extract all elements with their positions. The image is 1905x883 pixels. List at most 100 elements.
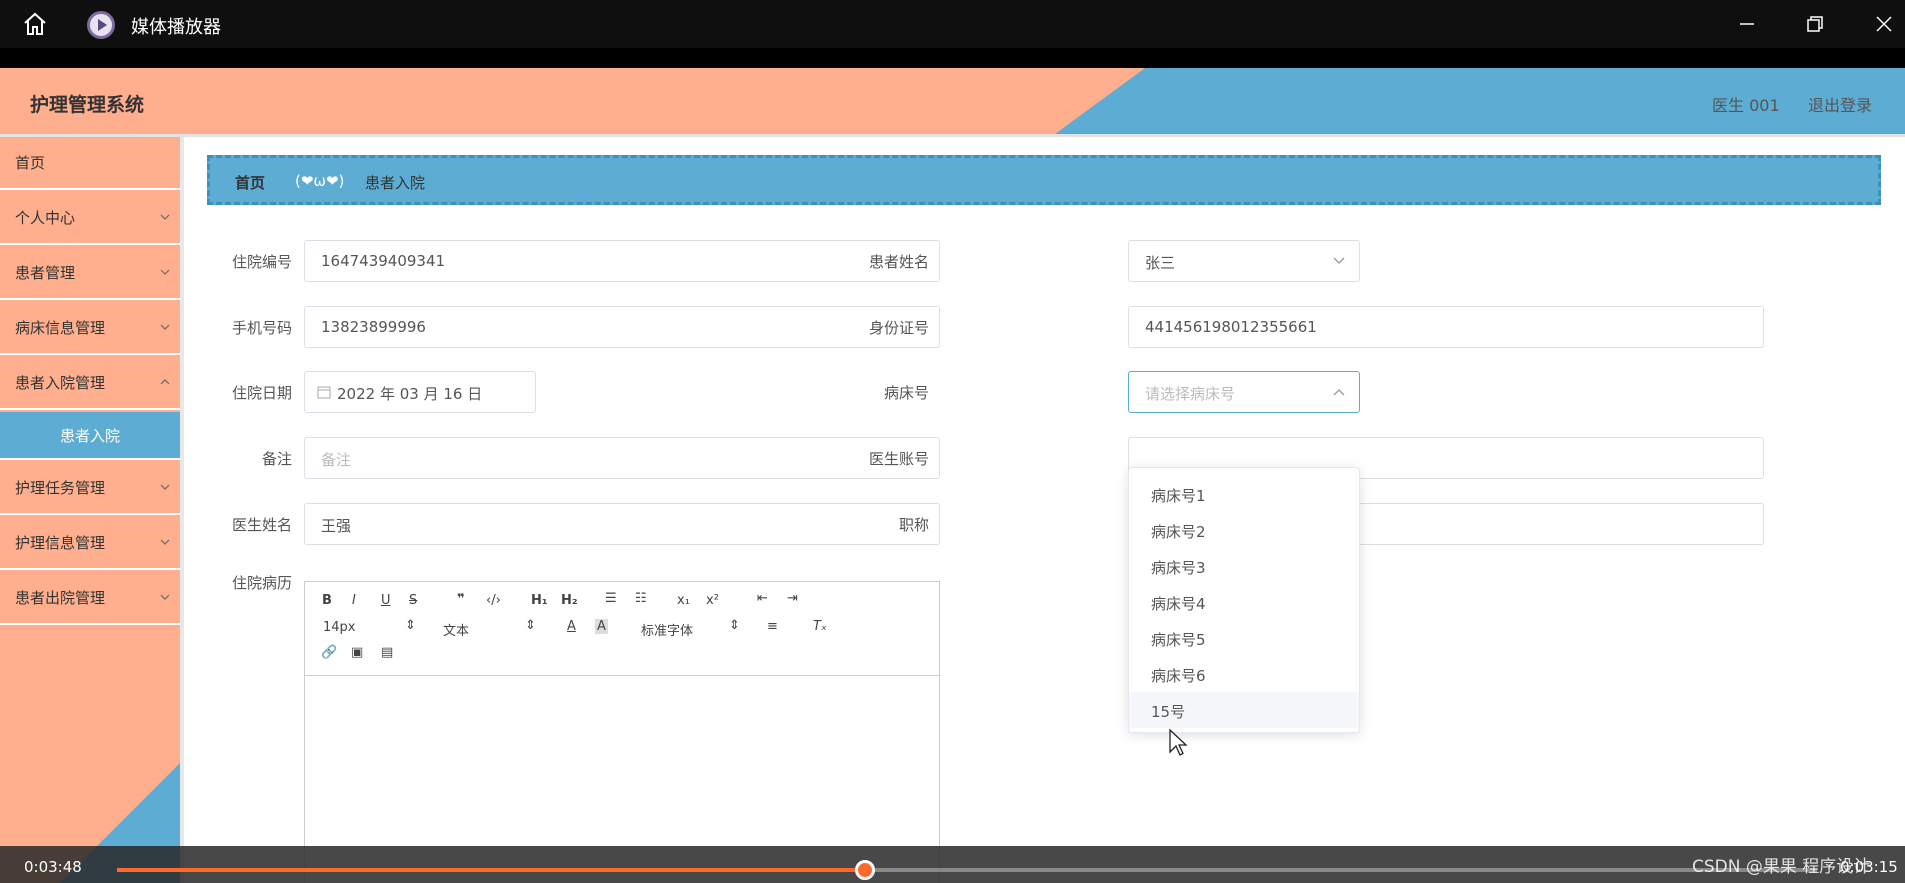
indent-icon[interactable]: ⇥	[787, 591, 798, 606]
seek-handle[interactable]	[855, 860, 875, 880]
seek-bar[interactable]	[117, 860, 1817, 880]
align-icon[interactable]: ≡	[767, 619, 778, 634]
chevron-up-icon	[160, 379, 170, 385]
admission-date-picker[interactable]: 2022 年 03 月 16 日	[304, 371, 536, 413]
chevron-updown-icon: ⇕	[525, 618, 536, 633]
chevron-updown-icon: ⇕	[405, 618, 416, 633]
image-icon[interactable]: ▣	[351, 645, 363, 660]
sidebar: 首页 个人中心 患者管理 病床信息管理 患者入院管理 患者入院 护理任务管理 护…	[0, 137, 180, 883]
app-header: 护理管理系统 医生 001 退出登录	[0, 68, 1905, 134]
bed-no-label: 病床号	[883, 384, 929, 402]
chevron-down-icon	[160, 594, 170, 600]
remark-placeholder: 备注	[321, 451, 352, 469]
doctor-account-label: 医生账号	[868, 450, 929, 468]
history-editor[interactable]: B I U S ❞ ‹/› H₁ H₂ ☰ ☷ x₁ x² ⇤ ⇥ 14px ⇕…	[304, 581, 940, 883]
dropdown-option-label: 病床号2	[1151, 523, 1206, 541]
ordered-list-icon[interactable]: ☰	[605, 591, 617, 606]
player-title-bar: 媒体播放器	[0, 0, 1905, 48]
player-title: 媒体播放器	[131, 17, 221, 38]
calendar-icon	[317, 386, 331, 399]
sidebar-item-home[interactable]: 首页	[0, 137, 180, 190]
sidebar-item-patient-management[interactable]: 患者管理	[0, 247, 180, 300]
patient-name-select[interactable]: 张三	[1128, 240, 1360, 282]
history-label: 住院病历	[231, 574, 292, 592]
seek-bar-played	[117, 868, 865, 872]
sidebar-item-label: 患者入院管理	[15, 374, 106, 392]
text-style-select[interactable]: 文本	[443, 620, 469, 639]
dropdown-option[interactable]: 病床号1	[1129, 476, 1359, 512]
font-family-select[interactable]: 标准字体	[641, 620, 693, 639]
bed-no-select[interactable]: 请选择病床号	[1128, 371, 1360, 413]
superscript-icon[interactable]: x²	[706, 593, 719, 608]
admission-no-value: 1647439409341	[321, 252, 446, 270]
id-card-label: 身份证号	[868, 319, 929, 337]
strike-icon[interactable]: S	[409, 593, 417, 608]
font-color-icon[interactable]: A	[567, 619, 576, 634]
sidebar-item-label: 护理信息管理	[15, 534, 106, 552]
dropdown-option-label: 15号	[1151, 703, 1186, 721]
bullet-list-icon[interactable]: ☷	[635, 591, 647, 606]
system-title: 护理管理系统	[30, 94, 145, 116]
chevron-down-icon	[160, 324, 170, 330]
video-icon[interactable]: ▤	[381, 645, 393, 660]
code-icon[interactable]: ‹/›	[486, 593, 501, 608]
subscript-icon[interactable]: x₁	[677, 593, 690, 608]
sidebar-item-personal-center[interactable]: 个人中心	[0, 192, 180, 245]
player-controls: 0:03:48 0:03:15	[0, 846, 1905, 883]
id-card-field[interactable]: 441456198012355661	[1128, 306, 1764, 348]
breadcrumb-current: 患者入院	[365, 174, 426, 192]
sidebar-item-label: 患者出院管理	[15, 589, 106, 607]
background-color-icon[interactable]: A	[595, 619, 608, 634]
sidebar-item-label: 护理任务管理	[15, 479, 106, 497]
chevron-down-icon	[160, 539, 170, 545]
doctor-name-value: 王强	[321, 517, 352, 535]
sidebar-item-admission[interactable]: 患者入院	[0, 412, 180, 460]
title-label: 职称	[898, 516, 929, 534]
dropdown-option[interactable]: 病床号2	[1129, 512, 1359, 548]
breadcrumb: 首页 (❤ω❤) 患者入院	[207, 155, 1881, 205]
watermark: CSDN @果果 程序设计	[1692, 857, 1871, 877]
link-icon[interactable]: 🔗	[321, 645, 337, 660]
dropdown-option[interactable]: 病床号5	[1129, 620, 1359, 656]
logout-link[interactable]: 退出登录	[1808, 92, 1872, 116]
breadcrumb-home[interactable]: 首页	[235, 172, 265, 193]
minimize-icon[interactable]	[1735, 12, 1759, 36]
h2-icon[interactable]: H₂	[561, 593, 578, 608]
current-time: 0:03:48	[24, 858, 82, 876]
chevron-down-icon	[160, 214, 170, 220]
sidebar-item-nursing-info[interactable]: 护理信息管理	[0, 517, 180, 570]
top-band	[0, 48, 1905, 68]
sidebar-item-discharge[interactable]: 患者出院管理	[0, 572, 180, 625]
close-icon[interactable]	[1872, 12, 1896, 36]
chevron-down-icon	[160, 269, 170, 275]
admission-date-label: 住院日期	[231, 384, 292, 402]
restore-icon[interactable]	[1803, 12, 1827, 36]
underline-icon[interactable]: U	[381, 593, 391, 608]
dropdown-option-label: 病床号1	[1151, 487, 1206, 505]
dropdown-option-label: 病床号5	[1151, 631, 1206, 649]
dropdown-option[interactable]: 病床号4	[1129, 584, 1359, 620]
dropdown-option[interactable]: 病床号6	[1129, 656, 1359, 692]
sidebar-item-nursing-task[interactable]: 护理任务管理	[0, 462, 180, 515]
breadcrumb-separator: (❤ω❤)	[295, 172, 345, 190]
sidebar-item-bed-management[interactable]: 病床信息管理	[0, 302, 180, 355]
chevron-updown-icon: ⇕	[729, 618, 740, 633]
italic-icon[interactable]: I	[352, 593, 356, 608]
dropdown-option[interactable]: 病床号3	[1129, 548, 1359, 584]
phone-label: 手机号码	[231, 319, 292, 337]
dropdown-option-label: 病床号3	[1151, 559, 1206, 577]
sidebar-item-admission-management[interactable]: 患者入院管理	[0, 357, 180, 410]
bold-icon[interactable]: B	[322, 593, 332, 608]
home-icon[interactable]	[22, 12, 48, 36]
h1-icon[interactable]: H₁	[531, 593, 548, 608]
header-background	[0, 68, 1905, 134]
clear-format-icon[interactable]: Tₓ	[813, 619, 827, 634]
admission-no-label: 住院编号	[231, 253, 292, 271]
dropdown-option-hovered[interactable]: 15号	[1129, 692, 1359, 728]
player-logo-icon	[87, 11, 115, 39]
chevron-down-icon	[160, 484, 170, 490]
blockquote-icon[interactable]: ❞	[457, 592, 465, 607]
font-size-select[interactable]: 14px	[323, 620, 356, 635]
outdent-icon[interactable]: ⇤	[757, 591, 768, 606]
id-card-value: 441456198012355661	[1145, 318, 1317, 336]
